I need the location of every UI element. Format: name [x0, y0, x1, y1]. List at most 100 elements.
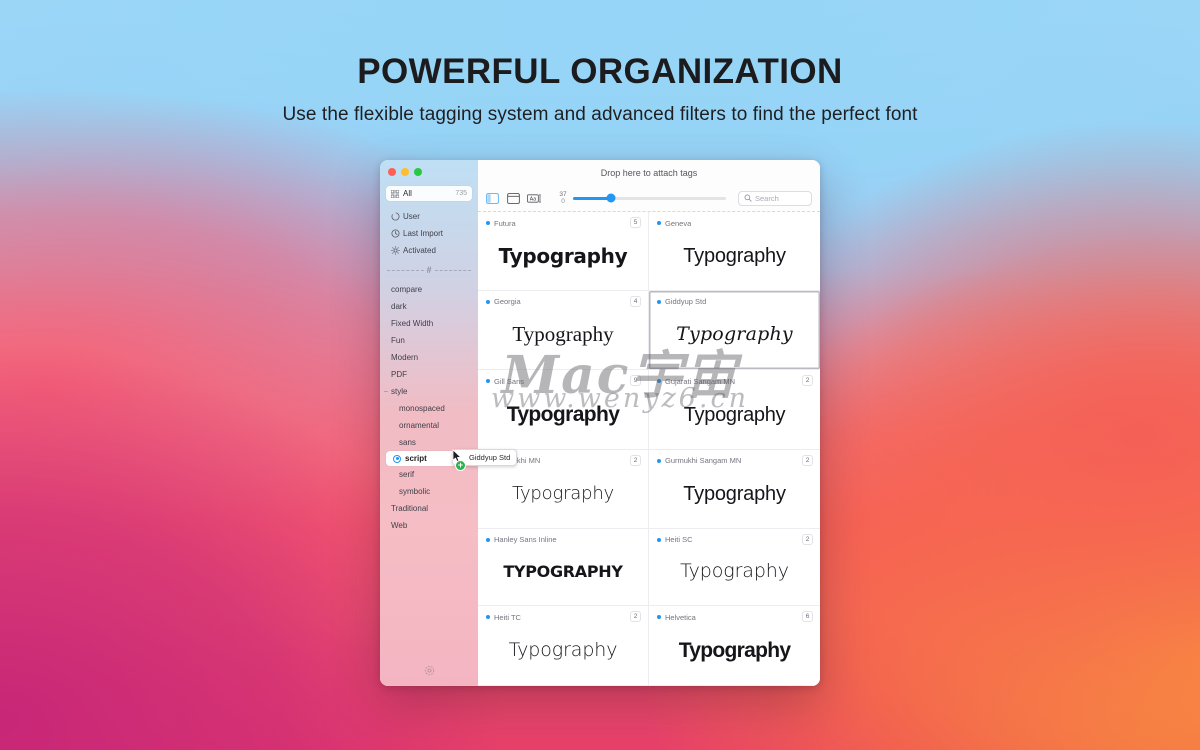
- font-sample-text: TYPOGRAPHY: [503, 561, 623, 581]
- font-name: Geneva: [665, 218, 692, 228]
- font-card-header: Geneva: [657, 218, 812, 228]
- sidebar-tag-label: compare: [391, 285, 423, 294]
- font-name: Futura: [494, 218, 516, 228]
- clock-icon: [391, 229, 402, 238]
- sidebar-tag-fixed-width[interactable]: Fixed Width: [380, 315, 478, 332]
- font-status-dot-icon: [657, 221, 661, 225]
- sidebar-tag-fun[interactable]: Fun: [380, 332, 478, 349]
- sidebar-all-label: All: [403, 189, 412, 198]
- search-placeholder: Search: [755, 193, 779, 203]
- sidebar-tag-label: Web: [391, 521, 408, 530]
- divider-line-left: [387, 270, 424, 271]
- tag-selected-icon: [393, 454, 401, 463]
- sidebar-tag-web[interactable]: Web: [380, 517, 478, 534]
- font-card[interactable]: Hanley Sans Inline TYPOGRAPHY: [478, 528, 649, 607]
- sidebar-tag-pdf[interactable]: PDF: [380, 366, 478, 383]
- sidebar-tag-label: sans: [399, 438, 416, 447]
- font-card[interactable]: Heiti SC 2 Typography: [649, 529, 820, 607]
- font-status-dot-icon: [657, 379, 661, 384]
- hero-text: POWERFUL ORGANIZATION Use the flexible t…: [0, 52, 1200, 126]
- sidebar-tag-label: Modern: [391, 353, 419, 362]
- sidebar-item-user[interactable]: User: [380, 208, 478, 225]
- settings-gear-icon[interactable]: [424, 665, 435, 678]
- search-input[interactable]: Search: [738, 190, 812, 206]
- font-name: Helvetica: [665, 612, 696, 622]
- sidebar-tag-label: Fixed Width: [391, 319, 434, 328]
- size-slider-group[interactable]: 37 0: [558, 191, 726, 206]
- sidebar-tag-ornamental[interactable]: ornamental: [380, 417, 478, 434]
- card-view-icon[interactable]: [506, 191, 521, 205]
- grid-icon: [391, 189, 399, 198]
- sidebar-tag-traditional[interactable]: Traditional: [380, 500, 478, 517]
- window-controls: [388, 168, 422, 176]
- drag-tooltip-label: Giddyup Std: [469, 453, 511, 462]
- font-sample-text: Typography: [678, 639, 791, 663]
- slider-value: 37: [559, 190, 567, 198]
- font-card[interactable]: Gurmukhi Sangam MN 2 Typography: [649, 450, 820, 529]
- font-card[interactable]: Gill Sans 9 Typography: [478, 370, 649, 450]
- page-title: POWERFUL ORGANIZATION: [357, 52, 843, 91]
- font-name: Georgia: [494, 297, 521, 307]
- svg-text:Aa: Aa: [530, 196, 537, 202]
- font-sample-text: Typography: [680, 560, 789, 583]
- aa-text-icon[interactable]: Aa: [527, 191, 542, 205]
- font-sample-text: Typography: [683, 244, 786, 267]
- font-card[interactable]: Futura 5 Typography: [478, 212, 649, 291]
- font-status-dot-icon: [657, 615, 661, 620]
- toolbar: Aa 37 0 Search: [478, 185, 820, 212]
- font-card[interactable]: Helvetica 6 Typography: [649, 606, 820, 686]
- slider-fill: [573, 196, 612, 200]
- font-grid: Futura 5 Typography Geneva Typography Georgia…: [478, 212, 820, 686]
- font-status-dot-icon: [486, 615, 490, 620]
- close-button[interactable]: [388, 168, 396, 176]
- font-card-header: Gujarati Sangam MN: [657, 376, 812, 386]
- font-card-header: Georgia: [486, 297, 640, 307]
- sidebar-item-all[interactable]: All 735: [386, 186, 472, 201]
- font-card[interactable]: Gujarati Sangam MN 2 Typography: [649, 370, 820, 450]
- font-name: Heiti TC: [494, 612, 521, 622]
- sidebar-item-label: Last Import: [403, 229, 444, 238]
- sidebar-item-last-import[interactable]: Last Import: [380, 225, 478, 242]
- sidebar-tag-label: dark: [391, 302, 407, 311]
- size-slider[interactable]: [573, 193, 726, 203]
- sidebar-tag-label: symbolic: [399, 487, 431, 496]
- sidebar: All 735 User Last Import Activated # com…: [380, 160, 478, 686]
- sidebar-tag-monospaced[interactable]: monospaced: [380, 400, 478, 417]
- font-name: Gurmukhi Sangam MN: [665, 456, 742, 466]
- font-name: Gill Sans: [494, 376, 525, 386]
- font-card[interactable]: Geneva Typography: [649, 212, 820, 291]
- sidebar-tag-modern[interactable]: Modern: [380, 349, 478, 366]
- minimize-button[interactable]: [401, 168, 409, 176]
- app-window: All 735 User Last Import Activated # com…: [380, 160, 820, 686]
- sidebar-tag-label: style: [391, 387, 408, 396]
- font-sample-text: Typography: [683, 482, 786, 505]
- slider-thumb[interactable]: [606, 193, 616, 203]
- sidebar-item-label: Activated: [403, 246, 436, 255]
- font-sample-text: Typography: [506, 403, 620, 427]
- font-sample-text: Typography: [512, 322, 614, 347]
- font-variant-count-badge: 2: [802, 533, 813, 545]
- disclosure-triangle-icon[interactable]: –: [384, 388, 391, 395]
- font-variant-count-badge: 6: [802, 611, 813, 623]
- sidebar-tags-divider: #: [387, 265, 472, 275]
- sidebar-item-activated[interactable]: Activated: [380, 242, 478, 259]
- sidebar-tag-dark[interactable]: dark: [380, 298, 478, 315]
- sidebar-tag-label: monospaced: [399, 404, 445, 413]
- font-variant-count-badge: 4: [630, 295, 641, 307]
- sidebar-tag-compare[interactable]: compare: [380, 281, 478, 298]
- font-card[interactable]: Heiti TC 2 Typography: [478, 606, 649, 686]
- divider-line-right: [434, 270, 472, 271]
- font-sample-text: Typography: [508, 639, 618, 662]
- font-sample-text: Typography: [498, 243, 628, 268]
- user-icon: [391, 212, 402, 221]
- maximize-button[interactable]: [414, 168, 422, 176]
- font-status-dot-icon: [486, 299, 490, 304]
- sidebar-tag-symbolic[interactable]: symbolic: [380, 483, 478, 500]
- font-variant-count-badge: 2: [802, 375, 813, 387]
- hash-tag-icon: #: [426, 265, 432, 275]
- font-card[interactable]: Georgia 4 Typography: [478, 290, 649, 371]
- sidebar-tag-style[interactable]: – style: [380, 383, 478, 400]
- font-sample-text: Typography: [511, 482, 614, 504]
- font-card[interactable]: Giddyup Std Typography: [649, 290, 820, 371]
- sidebar-toggle-icon[interactable]: [485, 191, 500, 205]
